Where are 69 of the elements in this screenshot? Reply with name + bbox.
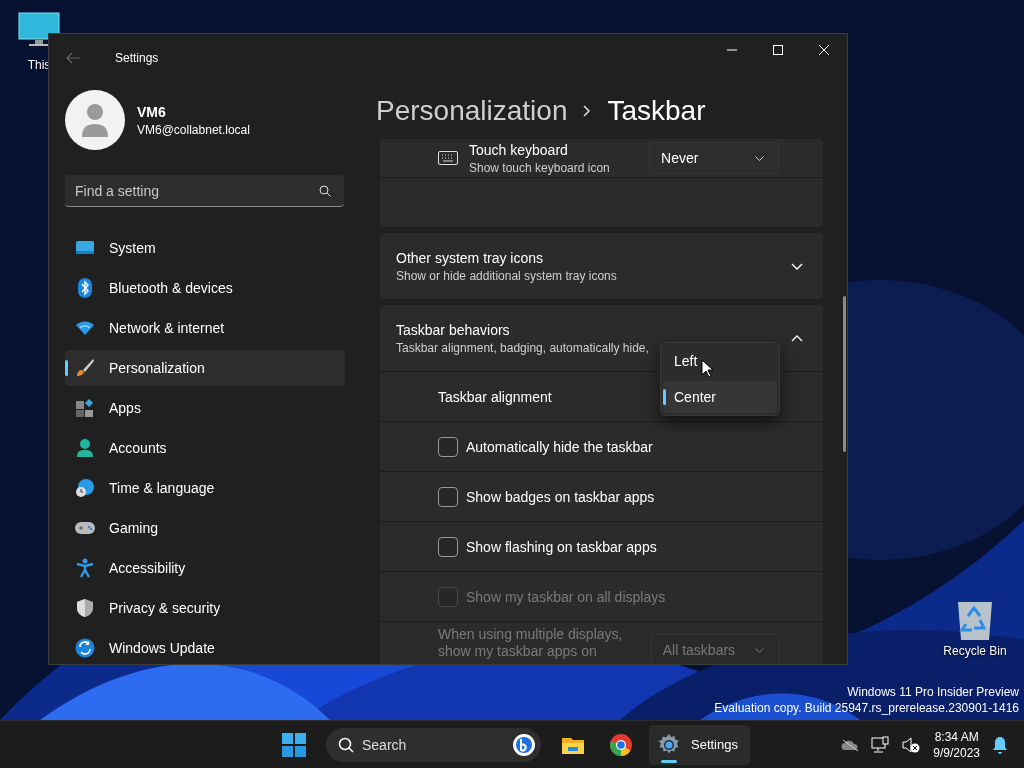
volume-muted-icon [901,735,922,754]
checkbox-label: Automatically hide the taskbar [466,438,653,455]
setting-title: Other system tray icons [396,249,545,266]
chevron-down-icon [755,155,765,161]
cloud-off-icon [841,738,860,751]
back-arrow-icon [65,52,81,64]
nav-item[interactable]: Network & internet [65,310,345,346]
window-title: Settings [115,51,160,65]
globe-clock-icon [75,478,95,498]
clock-time[interactable]: 8:34 AM [934,728,979,745]
nav-item[interactable]: Bluetooth & devices [65,270,345,306]
edition-notice: Windows 11 Pro Insider Preview [847,684,1019,700]
person-silhouette-icon [80,103,110,137]
maximize-icon [773,45,783,55]
nav-item[interactable]: Accessibility [65,550,345,586]
nav-item[interactable]: Gaming [65,510,345,546]
shield-icon [75,598,95,618]
checkbox[interactable] [438,486,458,507]
checkbox-label: Show my taskbar on all displays [466,588,666,605]
page-title: Taskbar [607,94,706,127]
sync-icon [75,638,95,658]
account-email: VM6@collabnet.local [137,122,250,137]
person-icon [75,438,95,458]
mouse-pointer-icon [701,359,713,378]
checkbox[interactable] [438,536,458,557]
dropdown[interactable]: Never [649,142,780,174]
setting-description: Show touch keyboard icon [469,160,611,175]
nav-item[interactable]: System [65,230,345,266]
nav-item[interactable]: Personalization [65,350,345,386]
search-field[interactable]: Find a setting [65,175,344,207]
close-icon [819,45,829,55]
setting-title: Touch keyboard [469,141,569,158]
checkbox-label: Show badges on taskbar apps [466,488,655,505]
checkbox-label: Show flashing on taskbar apps [466,538,657,555]
menu-option[interactable]: Center [663,381,777,413]
keyboard-icon [438,151,458,165]
nav-item[interactable]: Privacy & security [65,590,345,626]
taskbar-app[interactable]: Settings [649,724,750,765]
browser-icon [609,732,633,757]
chevron-right-icon [583,104,592,117]
setting-title: Taskbar behaviors [396,321,511,338]
setting-description: Taskbar alignment, badging, automatically hide, [396,340,650,355]
menu-option[interactable]: Left [663,345,777,377]
breadcrumb-link[interactable]: Personalization [376,94,568,127]
search-icon [338,736,354,753]
paintbrush-icon [75,358,95,378]
nav-item[interactable]: Apps [65,390,345,426]
accessibility-icon [75,558,95,578]
bluetooth-icon [75,278,95,298]
windows-logo-icon [282,732,306,757]
clock-date[interactable]: 9/9/2023 [933,744,980,761]
setting-label: Taskbar alignment [438,388,552,405]
network-monitor-icon [871,735,890,754]
nav-item[interactable]: Windows Update [65,630,345,664]
checkbox[interactable] [438,436,458,457]
nav-item[interactable]: Time & language [65,470,345,506]
nav-item[interactable]: Accounts [65,430,345,466]
setting-description: Show or hide additional system tray icons [396,268,618,283]
chat-bubble-icon [512,732,536,757]
setting-label: When using multiple displays, show my taskbar apps on [438,626,624,660]
bell-icon [992,735,1008,754]
account-name: VM6 [137,103,167,120]
search-icon [319,185,331,197]
desktop-icon-label[interactable]: Recycle Bin [943,644,1007,658]
chevron-down-icon [755,647,765,653]
edition-notice: Evaluation copy. Build 25947.rs_prerelease.230901-1416 [714,700,1019,716]
search-field[interactable]: Search [326,727,541,762]
scrollbar-thumb[interactable] [843,296,847,452]
apps-icon [75,398,95,418]
